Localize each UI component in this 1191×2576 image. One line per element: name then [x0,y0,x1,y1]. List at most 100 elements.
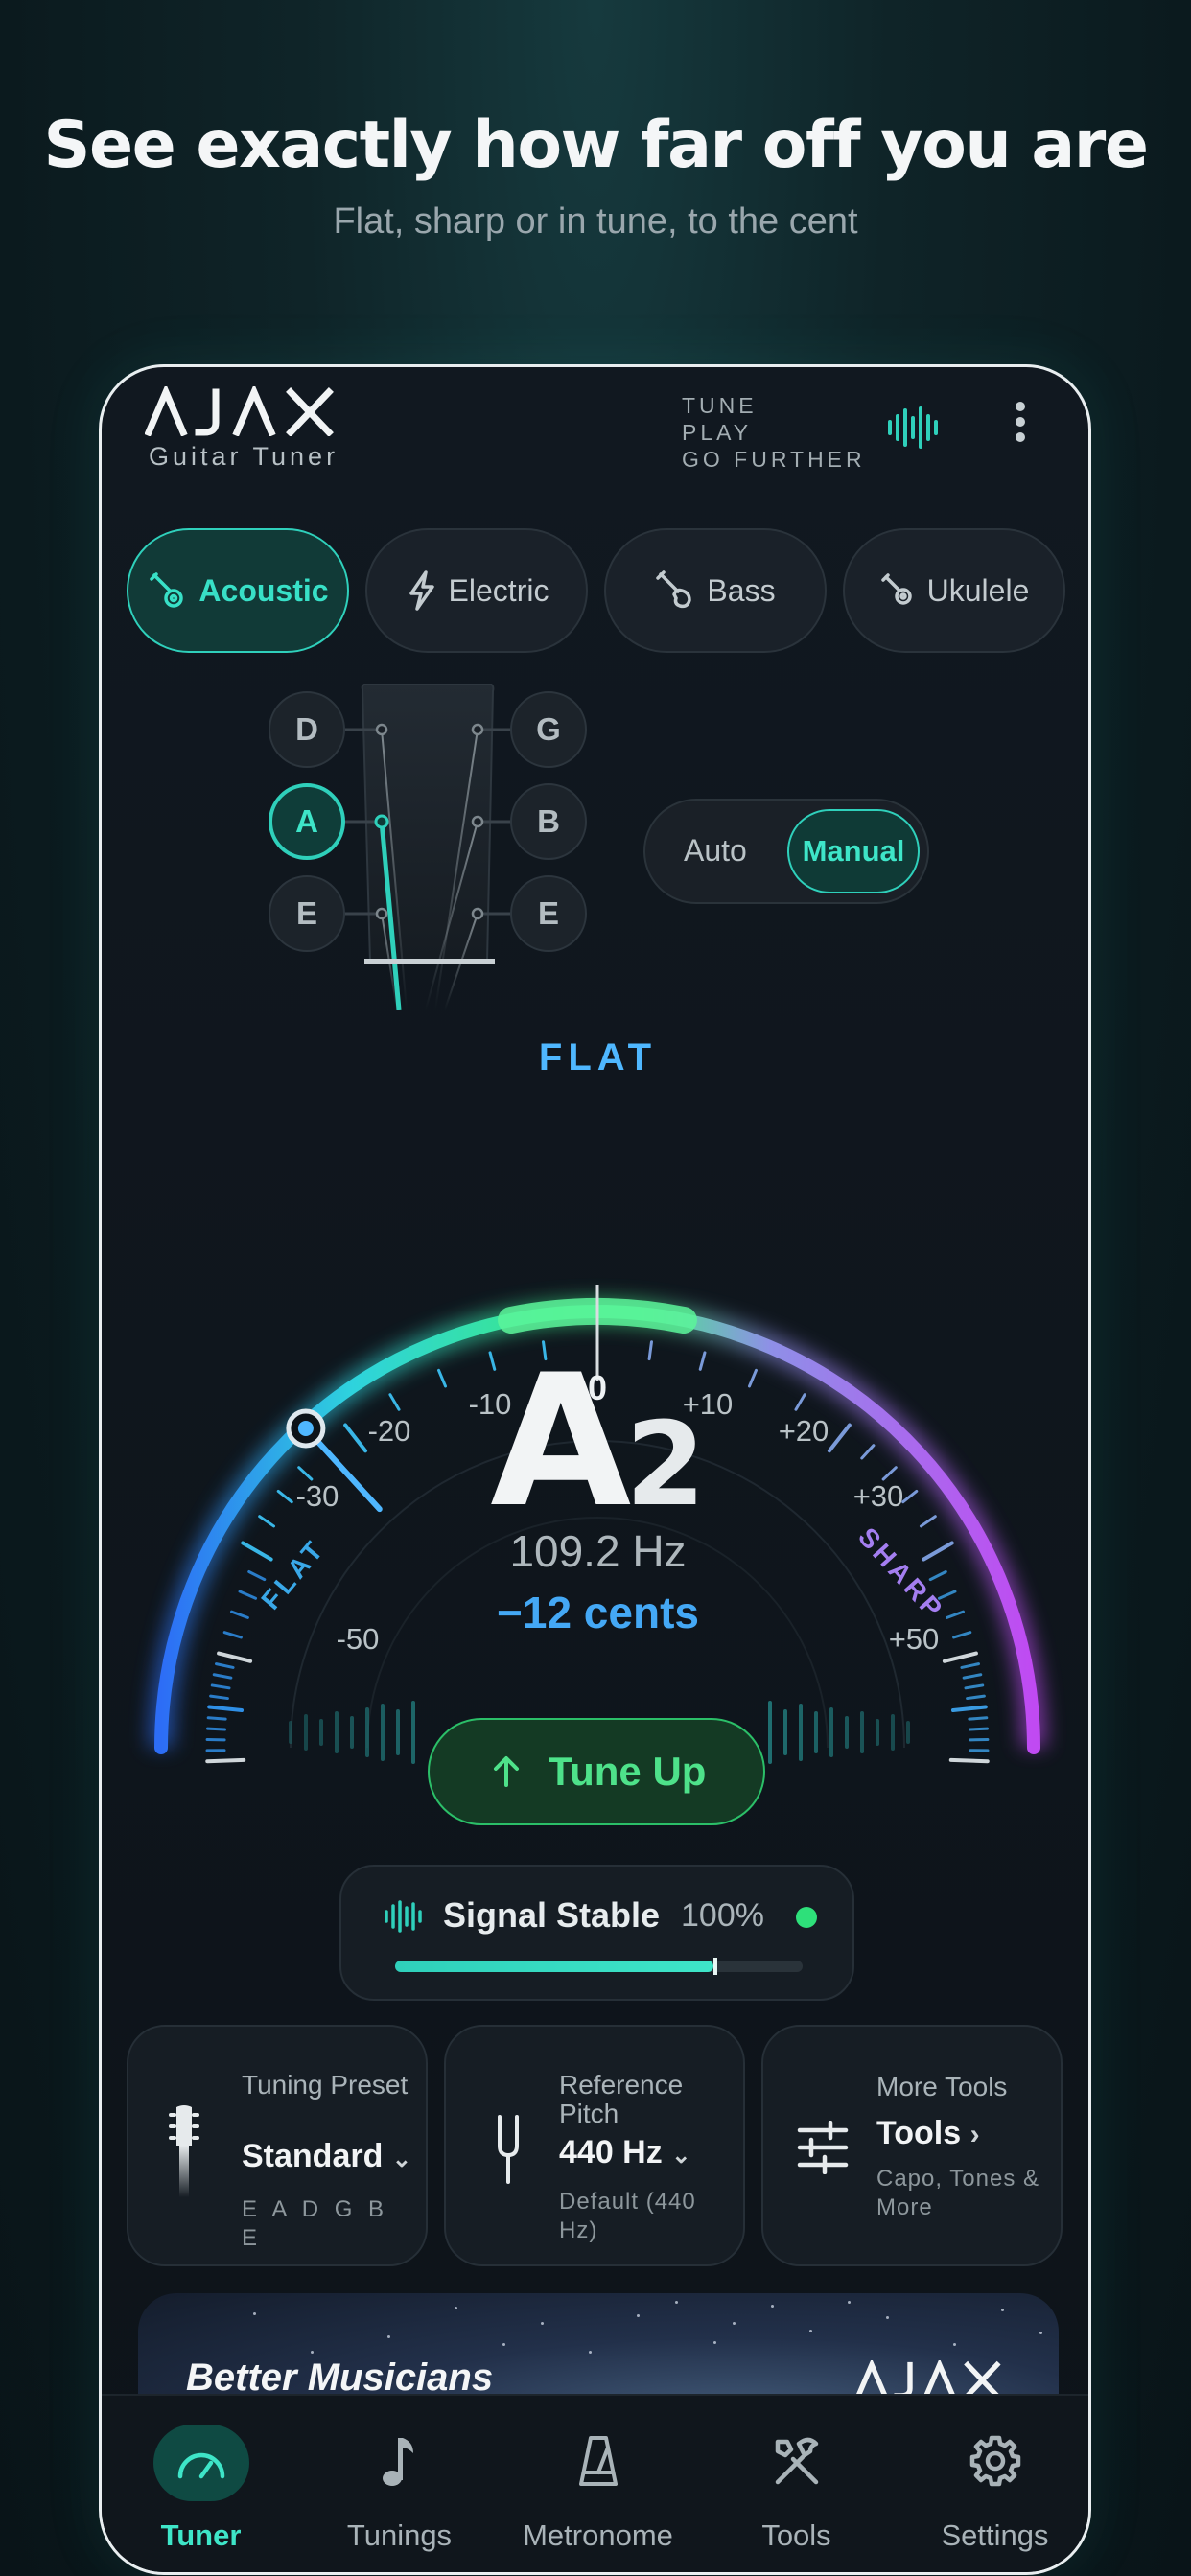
star-decoration [809,2330,812,2332]
star-decoration [589,2351,592,2354]
peg-label: E [537,895,559,931]
more-menu-button[interactable] [1011,402,1030,450]
gauge-tick [964,1683,985,1690]
peg-label: B [537,803,560,839]
gauge-tick [212,1673,233,1680]
peg-g[interactable]: G [510,691,587,768]
cents-readout: −12 cents [497,1588,699,1637]
pitch-title: Reference Pitch [559,2070,684,2128]
acoustic-guitar-icon [150,572,184,608]
tuning-preset-card[interactable]: Tuning Preset Standard ⌄ E A D G B E [127,2025,428,2266]
tab-tunings[interactable]: Tunings [300,2396,499,2572]
tab-label: Acoustic [198,572,329,608]
pitch-value-text: 440 Hz [559,2134,663,2170]
preset-value: Standard ⌄ [242,2138,411,2175]
app-subtitle: Guitar Tuner [149,442,339,471]
gauge-tick [207,1705,245,1713]
tools-title: More Tools [876,2072,1008,2101]
audio-wave-button[interactable] [886,406,940,454]
tuning-fork-icon [498,2115,519,2184]
gauge-tick [950,1705,988,1713]
tab-acoustic[interactable]: Acoustic [127,528,349,653]
preset-strings: E A D G B E [242,2196,389,2251]
tab-bass[interactable]: Bass [604,528,827,653]
star-decoration [253,2312,256,2315]
signal-level-bar [395,1958,803,1975]
star-decoration [953,2343,956,2346]
gauge-tick [966,1694,986,1701]
gauge-tick [214,1662,235,1669]
star-decoration [541,2322,544,2325]
star-decoration [733,2322,736,2325]
peg-label: A [295,803,318,839]
preset-title: Tuning Preset [242,2070,409,2100]
signal-level-marker [712,1958,717,1975]
guitar-headstock-icon [169,2105,199,2197]
detected-note: A2 [102,1335,1088,1547]
gauge-tick [217,1651,253,1663]
star-decoration [675,2301,678,2304]
gauge-tick [942,1651,978,1663]
note-octave: 2 [625,1399,706,1532]
tab-metronome[interactable]: Metronome [499,2396,697,2572]
bottom-tab-bar: Tuner Tunings Metronome Tools Settings [102,2394,1088,2572]
peg-b[interactable]: B [510,783,587,860]
tools-value: Tools › [876,2115,980,2152]
signal-wave-icon [385,1900,422,1933]
star-decoration [311,2351,314,2354]
tab-label: Settings [941,2518,1049,2552]
pitch-value: 440 Hz ⌄ [559,2134,690,2171]
reference-pitch-card[interactable]: Reference Pitch 440 Hz ⌄ Default (440 Hz… [444,2025,745,2266]
star-decoration [1039,2332,1042,2334]
more-tools-card[interactable]: More Tools Tools › Capo, Tones & More [761,2025,1063,2266]
mode-manual-option[interactable]: Manual [787,809,920,893]
gauge-tick [948,1757,990,1764]
tab-settings[interactable]: Settings [896,2396,1088,2572]
tab-electric[interactable]: Electric [365,528,588,653]
peg-a[interactable]: A [269,783,345,860]
tab-tools[interactable]: Tools [697,2396,896,2572]
gear-icon [969,2435,1020,2487]
tune-up-button[interactable]: Tune Up [428,1718,765,1825]
slogan: TUNE PLAY GO FURTHER [682,392,866,473]
ajax-logo-mark [145,386,334,436]
star-decoration [886,2316,889,2319]
tab-label: Ukulele [926,572,1030,608]
instrument-tabs: Acoustic Electric Bass Ukulele [127,528,1065,653]
signal-level-fill [395,1961,713,1972]
star-decoration [502,2343,505,2346]
tools-value-text: Tools [876,2115,962,2151]
banner-logo [854,2360,1001,2399]
tab-label: Metronome [523,2518,673,2552]
tab-tuner[interactable]: Tuner [102,2396,300,2572]
mode-toggle[interactable]: Auto Manual [643,799,929,904]
app-logo: Guitar Tuner [145,386,339,472]
lightning-icon [409,570,434,611]
chevron-down-icon: ⌄ [671,2143,691,2169]
star-decoration [387,2335,390,2338]
star-decoration [848,2301,851,2304]
promo-subheadline: Flat, sharp or in tune, to the cent [333,201,858,242]
tab-ukulele[interactable]: Ukulele [843,528,1065,653]
slogan-line: PLAY [682,420,753,445]
tab-label: Tuner [160,2518,242,2552]
tools-subtitle: Capo, Tones & More [876,2166,1039,2220]
sliders-icon [797,2121,849,2174]
gauge-tick [209,1694,229,1701]
phone-frame: Guitar Tuner TUNE PLAY GO FURTHER Acoust… [99,364,1091,2575]
peg-e-high[interactable]: E [510,875,587,952]
signal-status-dot [796,1907,817,1928]
dot-icon [1016,417,1025,427]
peg-label: E [295,895,317,931]
star-decoration [637,2314,640,2317]
chevron-down-icon: ⌄ [391,2147,411,2172]
metronome-icon [578,2436,618,2486]
music-note-icon [382,2438,413,2486]
tab-label: Bass [707,572,776,608]
gauge-tick [206,1716,227,1721]
mode-auto-option[interactable]: Auto [684,833,747,869]
dot-icon [1016,432,1025,442]
gauge-tick [962,1673,983,1680]
peg-e-low[interactable]: E [269,875,345,952]
peg-d[interactable]: D [269,691,345,768]
